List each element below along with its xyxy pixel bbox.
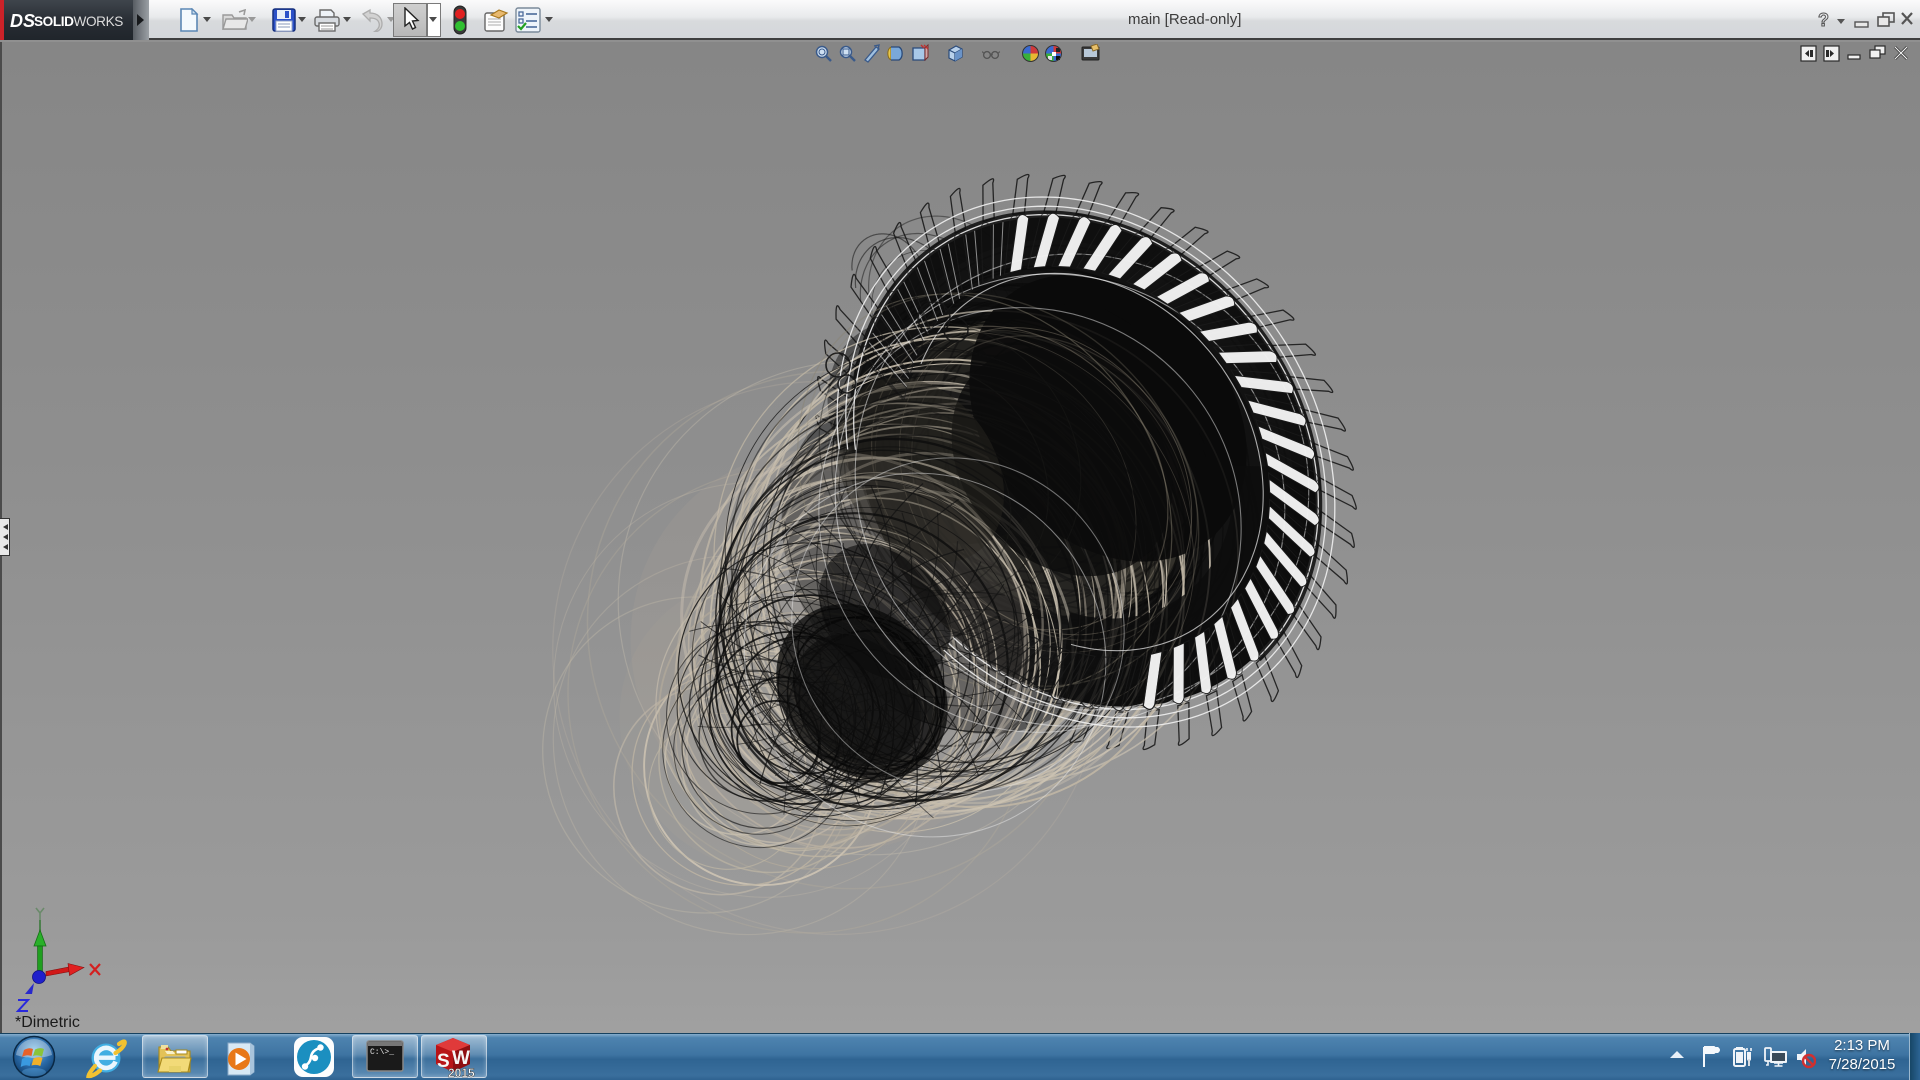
svg-text:2015: 2015 — [448, 1066, 475, 1078]
svg-text:C:\>_: C:\>_ — [370, 1048, 394, 1057]
